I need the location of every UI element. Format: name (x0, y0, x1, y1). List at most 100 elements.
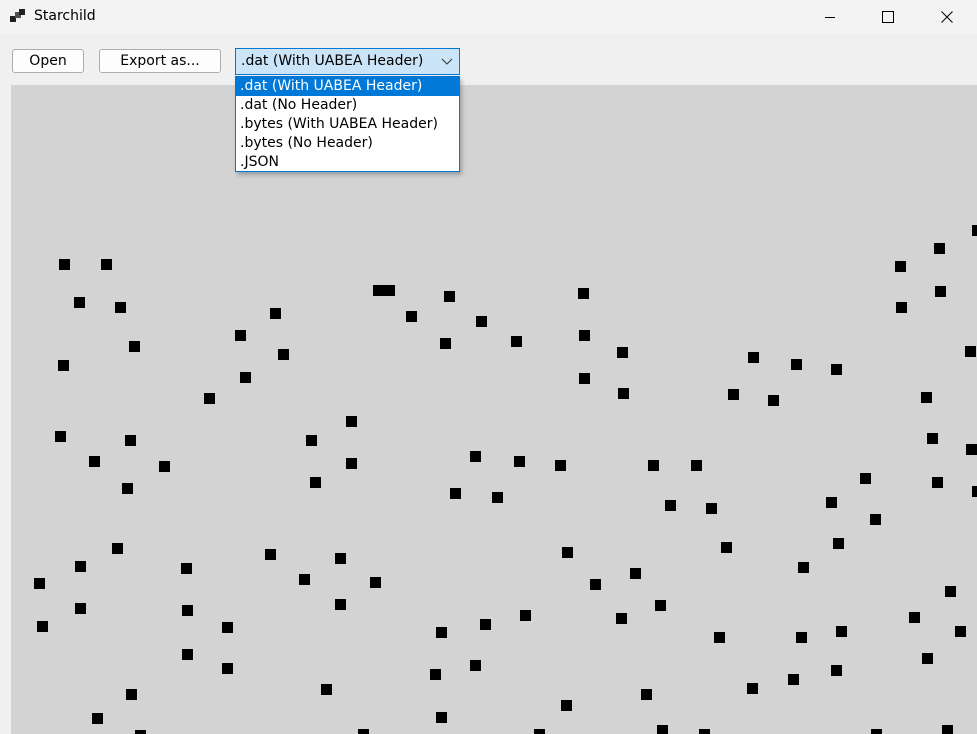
export-as-button[interactable]: Export as... (99, 49, 221, 73)
star-marker (370, 577, 381, 588)
star-marker (972, 225, 977, 236)
star-marker (562, 547, 573, 558)
star-marker (665, 500, 676, 511)
chevron-down-icon (441, 58, 453, 65)
star-marker (321, 684, 332, 695)
format-option[interactable]: .bytes (No Header) (236, 134, 459, 153)
star-marker (112, 543, 123, 554)
open-button[interactable]: Open (12, 49, 84, 73)
star-marker (534, 729, 545, 734)
star-marker (129, 341, 140, 352)
window-title: Starchild (34, 8, 96, 24)
star-marker (406, 311, 417, 322)
star-marker (798, 562, 809, 573)
star-marker (335, 599, 346, 610)
star-marker (579, 373, 590, 384)
star-marker (101, 259, 112, 270)
star-marker (222, 622, 233, 633)
star-marker (578, 288, 589, 299)
star-marker (836, 626, 847, 637)
star-marker (182, 649, 193, 660)
star-marker (657, 725, 668, 734)
star-marker (436, 627, 447, 638)
star-marker (590, 579, 601, 590)
star-marker (833, 538, 844, 549)
star-marker (579, 330, 590, 341)
star-marker (74, 297, 85, 308)
star-marker (182, 605, 193, 616)
star-marker (617, 347, 628, 358)
star-field (34, 225, 977, 734)
star-marker (58, 360, 69, 371)
minimize-icon (825, 16, 835, 18)
star-marker (346, 458, 357, 469)
star-marker (436, 712, 447, 723)
star-marker (922, 653, 933, 664)
star-marker (826, 497, 837, 508)
star-marker (373, 285, 384, 296)
maximize-button[interactable] (859, 0, 917, 33)
star-marker (265, 549, 276, 560)
star-marker (240, 372, 251, 383)
star-marker (831, 364, 842, 375)
star-marker (520, 610, 531, 621)
maximize-icon (882, 10, 894, 23)
star-marker (691, 460, 702, 471)
star-marker (630, 568, 641, 579)
format-option[interactable]: .dat (With UABEA Header) (236, 77, 459, 96)
star-marker (306, 435, 317, 446)
star-marker (895, 261, 906, 272)
format-select[interactable]: .dat (With UABEA Header) (235, 48, 460, 75)
star-marker (972, 486, 977, 497)
star-marker (927, 433, 938, 444)
minimize-button[interactable] (801, 0, 859, 33)
title-bar: Starchild (0, 0, 977, 34)
star-marker (278, 349, 289, 360)
star-marker (126, 689, 137, 700)
star-marker (896, 302, 907, 313)
star-marker (270, 308, 281, 319)
star-canvas[interactable] (11, 85, 977, 734)
star-marker (470, 660, 481, 671)
format-option[interactable]: .dat (No Header) (236, 96, 459, 115)
star-marker (648, 460, 659, 471)
star-marker (748, 352, 759, 363)
star-marker (181, 563, 192, 574)
star-marker (492, 492, 503, 503)
format-option[interactable]: .bytes (With UABEA Header) (236, 115, 459, 134)
star-marker (34, 578, 45, 589)
format-dropdown-list[interactable]: .dat (With UABEA Header) .dat (No Header… (235, 76, 460, 172)
star-marker (706, 503, 717, 514)
star-marker (791, 359, 802, 370)
star-marker (444, 291, 455, 302)
star-marker (358, 729, 369, 734)
star-marker (440, 338, 451, 349)
star-marker (871, 729, 882, 734)
star-marker (384, 285, 395, 296)
star-marker (135, 730, 146, 734)
star-marker (641, 689, 652, 700)
star-marker (934, 243, 945, 254)
star-marker (204, 393, 215, 404)
star-marker (514, 456, 525, 467)
star-marker (235, 330, 246, 341)
star-marker (935, 286, 946, 297)
star-marker (115, 302, 126, 313)
star-marker (728, 389, 739, 400)
star-marker (37, 621, 48, 632)
star-marker (831, 665, 842, 676)
star-marker (55, 431, 66, 442)
format-option[interactable]: .JSON (236, 153, 459, 172)
star-marker (299, 574, 310, 585)
star-marker (310, 477, 321, 488)
star-marker (721, 542, 732, 553)
format-select-value: .dat (With UABEA Header) (241, 53, 424, 69)
star-marker (860, 473, 871, 484)
star-marker (796, 632, 807, 643)
star-marker (932, 477, 943, 488)
star-marker (618, 388, 629, 399)
close-button[interactable] (918, 0, 976, 33)
star-marker (159, 461, 170, 472)
star-marker (921, 392, 932, 403)
star-marker (59, 259, 70, 270)
